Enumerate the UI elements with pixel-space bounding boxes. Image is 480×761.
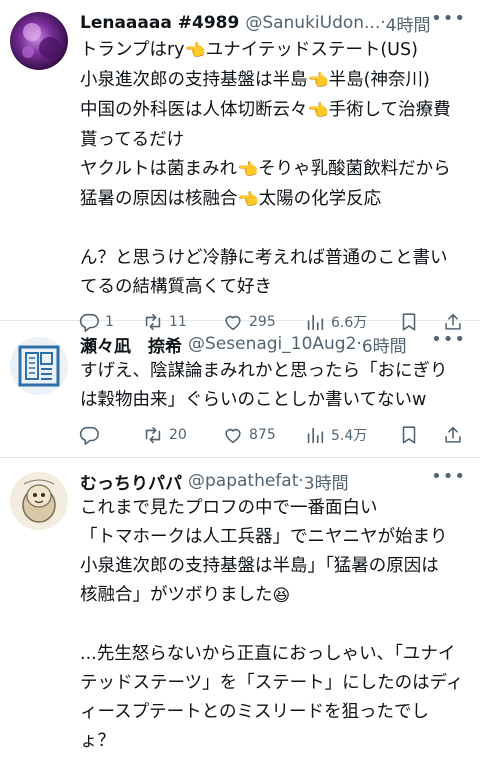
tweet-text-line: 猛暑の原因は核融合👈太陽の化学反応 xyxy=(80,185,466,215)
reply-button[interactable] xyxy=(78,424,142,446)
text-segment: すげえ、陰謀論まみれかと思ったら「おにぎり xyxy=(80,361,448,381)
tweet-header: 瀬々凪 捺希 @Sesenagi_10Aug2 · 6時間 xyxy=(80,331,466,357)
tweet-text-line: ィースプテートとのミスリードを狙ったでし xyxy=(80,698,466,727)
text-segment: は穀物由来」ぐらいのことしか書いてないw xyxy=(80,390,427,410)
tweet-header: Lenaaaaa #4989 @SanukiUdon... · 4時間 xyxy=(80,10,466,36)
tweet-text-line: ん？と思うけど冷静に考えれば普通のこと書い xyxy=(80,244,466,273)
tweet[interactable]: 瀬々凪 捺希 @Sesenagi_10Aug2 · 6時間 ••• すげえ、陰謀… xyxy=(0,321,480,458)
tweet-text-line: 貰ってるだけ xyxy=(80,126,466,155)
display-name[interactable]: むっちりパパ xyxy=(80,469,182,494)
text-segment: トランプはry xyxy=(80,40,185,60)
pointing-hand-emoji: 👈 xyxy=(237,190,259,210)
bookmark-icon xyxy=(402,426,416,444)
text-segment: 核融合」がツボりました xyxy=(80,585,273,605)
pointing-hand-emoji: 👈 xyxy=(184,41,206,61)
share-upload-icon xyxy=(445,426,461,443)
user-handle[interactable]: @papathefat xyxy=(188,471,298,491)
text-segment: そりゃ乳酸菌飲料だから xyxy=(258,159,451,179)
text-segment: 小泉進次郎の支持基盤は半島」「猛暑の原因は xyxy=(80,556,439,576)
text-segment: テッドステーツ」を「ステート」にしたのはディ xyxy=(80,673,464,693)
pointing-hand-emoji: 👈 xyxy=(307,101,329,121)
text-segment: 貰ってるだけ xyxy=(80,130,185,150)
laughing-face-emoji: 😆 xyxy=(272,586,291,606)
tweet-text-line: テッドステーツ」を「ステート」にしたのはディ xyxy=(80,669,466,698)
action-bar: 20 875 5.4万 xyxy=(78,415,466,455)
text-segment: ィースプテートとのミスリードを狙ったでし xyxy=(80,702,429,722)
timestamp[interactable]: 4時間 xyxy=(386,11,431,36)
retweet-count: 20 xyxy=(169,427,187,443)
tweet-text-line: 「トマホークは人工兵器」でニヤニヤが始まり xyxy=(80,523,466,552)
text-segment: 小泉進次郎の支持基盤は半島 xyxy=(80,70,308,90)
text-segment: 太陽の化学反応 xyxy=(258,189,382,209)
like-button[interactable]: 875 xyxy=(222,424,304,446)
text-segment: ょ？ xyxy=(80,731,115,751)
user-handle[interactable]: @SanukiUdon... xyxy=(245,13,380,33)
text-segment: これまで見たプロフの中で一番面白い xyxy=(80,498,378,518)
tweet-text-line: これまで見たプロフの中で一番面白い xyxy=(80,494,466,523)
more-dots-icon[interactable]: ••• xyxy=(431,8,466,29)
text-segment: 手術して治療費 xyxy=(328,100,451,120)
tweet-text-line: てるの結構質高くて好き xyxy=(80,273,466,302)
text-segment: ユナイテッドステート(US) xyxy=(205,40,418,60)
text-segment: ヤクルトは菌まみれ xyxy=(80,159,237,179)
retweet-arrows-icon xyxy=(145,426,161,444)
text-segment: 「トマホークは人工兵器」でニヤニヤが始まり xyxy=(80,527,448,547)
tweet-text-line: は穀物由来」ぐらいのことしか書いてないw xyxy=(80,386,466,415)
pointing-hand-emoji: 👈 xyxy=(236,160,259,180)
timeline: Lenaaaaa #4989 @SanukiUdon... · 4時間 ••• … xyxy=(0,0,480,761)
text-segment: てるの結構質高くて好き xyxy=(80,277,272,297)
tweet-text-line: 中国の外科医は人体切断云々👈手術して治療費 xyxy=(80,96,466,126)
more-dots-icon[interactable]: ••• xyxy=(431,329,466,350)
tweet-text: これまで見たプロフの中で一番面白い「トマホークは人工兵器」でニヤニヤが始まり 小泉… xyxy=(80,494,466,756)
tweet-text-line xyxy=(80,215,466,244)
display-name[interactable]: Lenaaaaa #4989 xyxy=(80,13,239,33)
tweet-text-line: 核融合」がツボりました😆 xyxy=(80,581,466,611)
tweet-text-line: トランプはry👈ユナイテッドステート(US) xyxy=(80,36,466,66)
tweet-text-line xyxy=(80,611,466,640)
tweet[interactable]: Lenaaaaa #4989 @SanukiUdon... · 4時間 ••• … xyxy=(0,0,480,332)
tweet-text: トランプはry👈ユナイテッドステート(US) 小泉進次郎の支持基盤は半島👈半島(神… xyxy=(80,36,466,302)
speech-bubble-icon xyxy=(79,426,99,445)
pointing-hand-emoji: 👈 xyxy=(307,71,329,91)
timestamp[interactable]: 3時間 xyxy=(304,469,349,494)
tweet-text: すげえ、陰謀論まみれかと思ったら「おにぎり は穀物由来」ぐらいのことしか書いてない… xyxy=(80,357,466,415)
text-segment: 中国の外科医は人体切断云々 xyxy=(80,100,308,120)
text-segment: 半島(神奈川) xyxy=(328,70,430,90)
bookmark-button[interactable] xyxy=(398,424,442,446)
share-button[interactable] xyxy=(442,424,464,446)
timestamp[interactable]: 6時間 xyxy=(362,332,407,357)
user-handle[interactable]: @Sesenagi_10Aug2 xyxy=(188,334,356,354)
tweet-text-line: ヤクルトは菌まみれ👈そりゃ乳酸菌飲料だから xyxy=(80,155,466,185)
views-count: 5.4万 xyxy=(331,428,368,444)
avatar[interactable] xyxy=(10,12,68,70)
text-segment: ...先生怒らないから正直におっしゃい、「ユナイ xyxy=(80,644,456,664)
tweet-header: むっちりパパ @papathefat · 3時間 xyxy=(80,468,466,494)
heart-icon xyxy=(225,428,241,444)
retweet-button[interactable]: 20 xyxy=(142,424,222,446)
avatar[interactable] xyxy=(10,472,68,530)
tweet-text-line: 小泉進次郎の支持基盤は半島」「猛暑の原因は xyxy=(80,552,466,581)
tweet[interactable]: むっちりパパ @papathefat · 3時間 ••• これまで見たプロフの中… xyxy=(0,458,480,761)
tweet-text-line: ょ？ xyxy=(80,727,466,756)
tweet-text-line: ...先生怒らないから正直におっしゃい、「ユナイ xyxy=(80,640,466,669)
tweet-text-line: すげえ、陰謀論まみれかと思ったら「おにぎり xyxy=(80,357,466,386)
avatar[interactable] xyxy=(10,337,68,395)
display-name[interactable]: 瀬々凪 捺希 xyxy=(80,332,182,357)
more-dots-icon[interactable]: ••• xyxy=(431,466,466,487)
like-count: 875 xyxy=(249,427,276,443)
action-bar: 11502万 xyxy=(78,756,466,761)
text-segment: 猛暑の原因は核融合 xyxy=(80,189,238,209)
views-button[interactable]: 5.4万 xyxy=(304,424,398,446)
bar-chart-icon xyxy=(307,427,324,444)
text-segment: ん？と思うけど冷静に考えれば普通のこと書い xyxy=(80,248,448,268)
tweet-text-line: 小泉進次郎の支持基盤は半島👈半島(神奈川) xyxy=(80,66,466,96)
